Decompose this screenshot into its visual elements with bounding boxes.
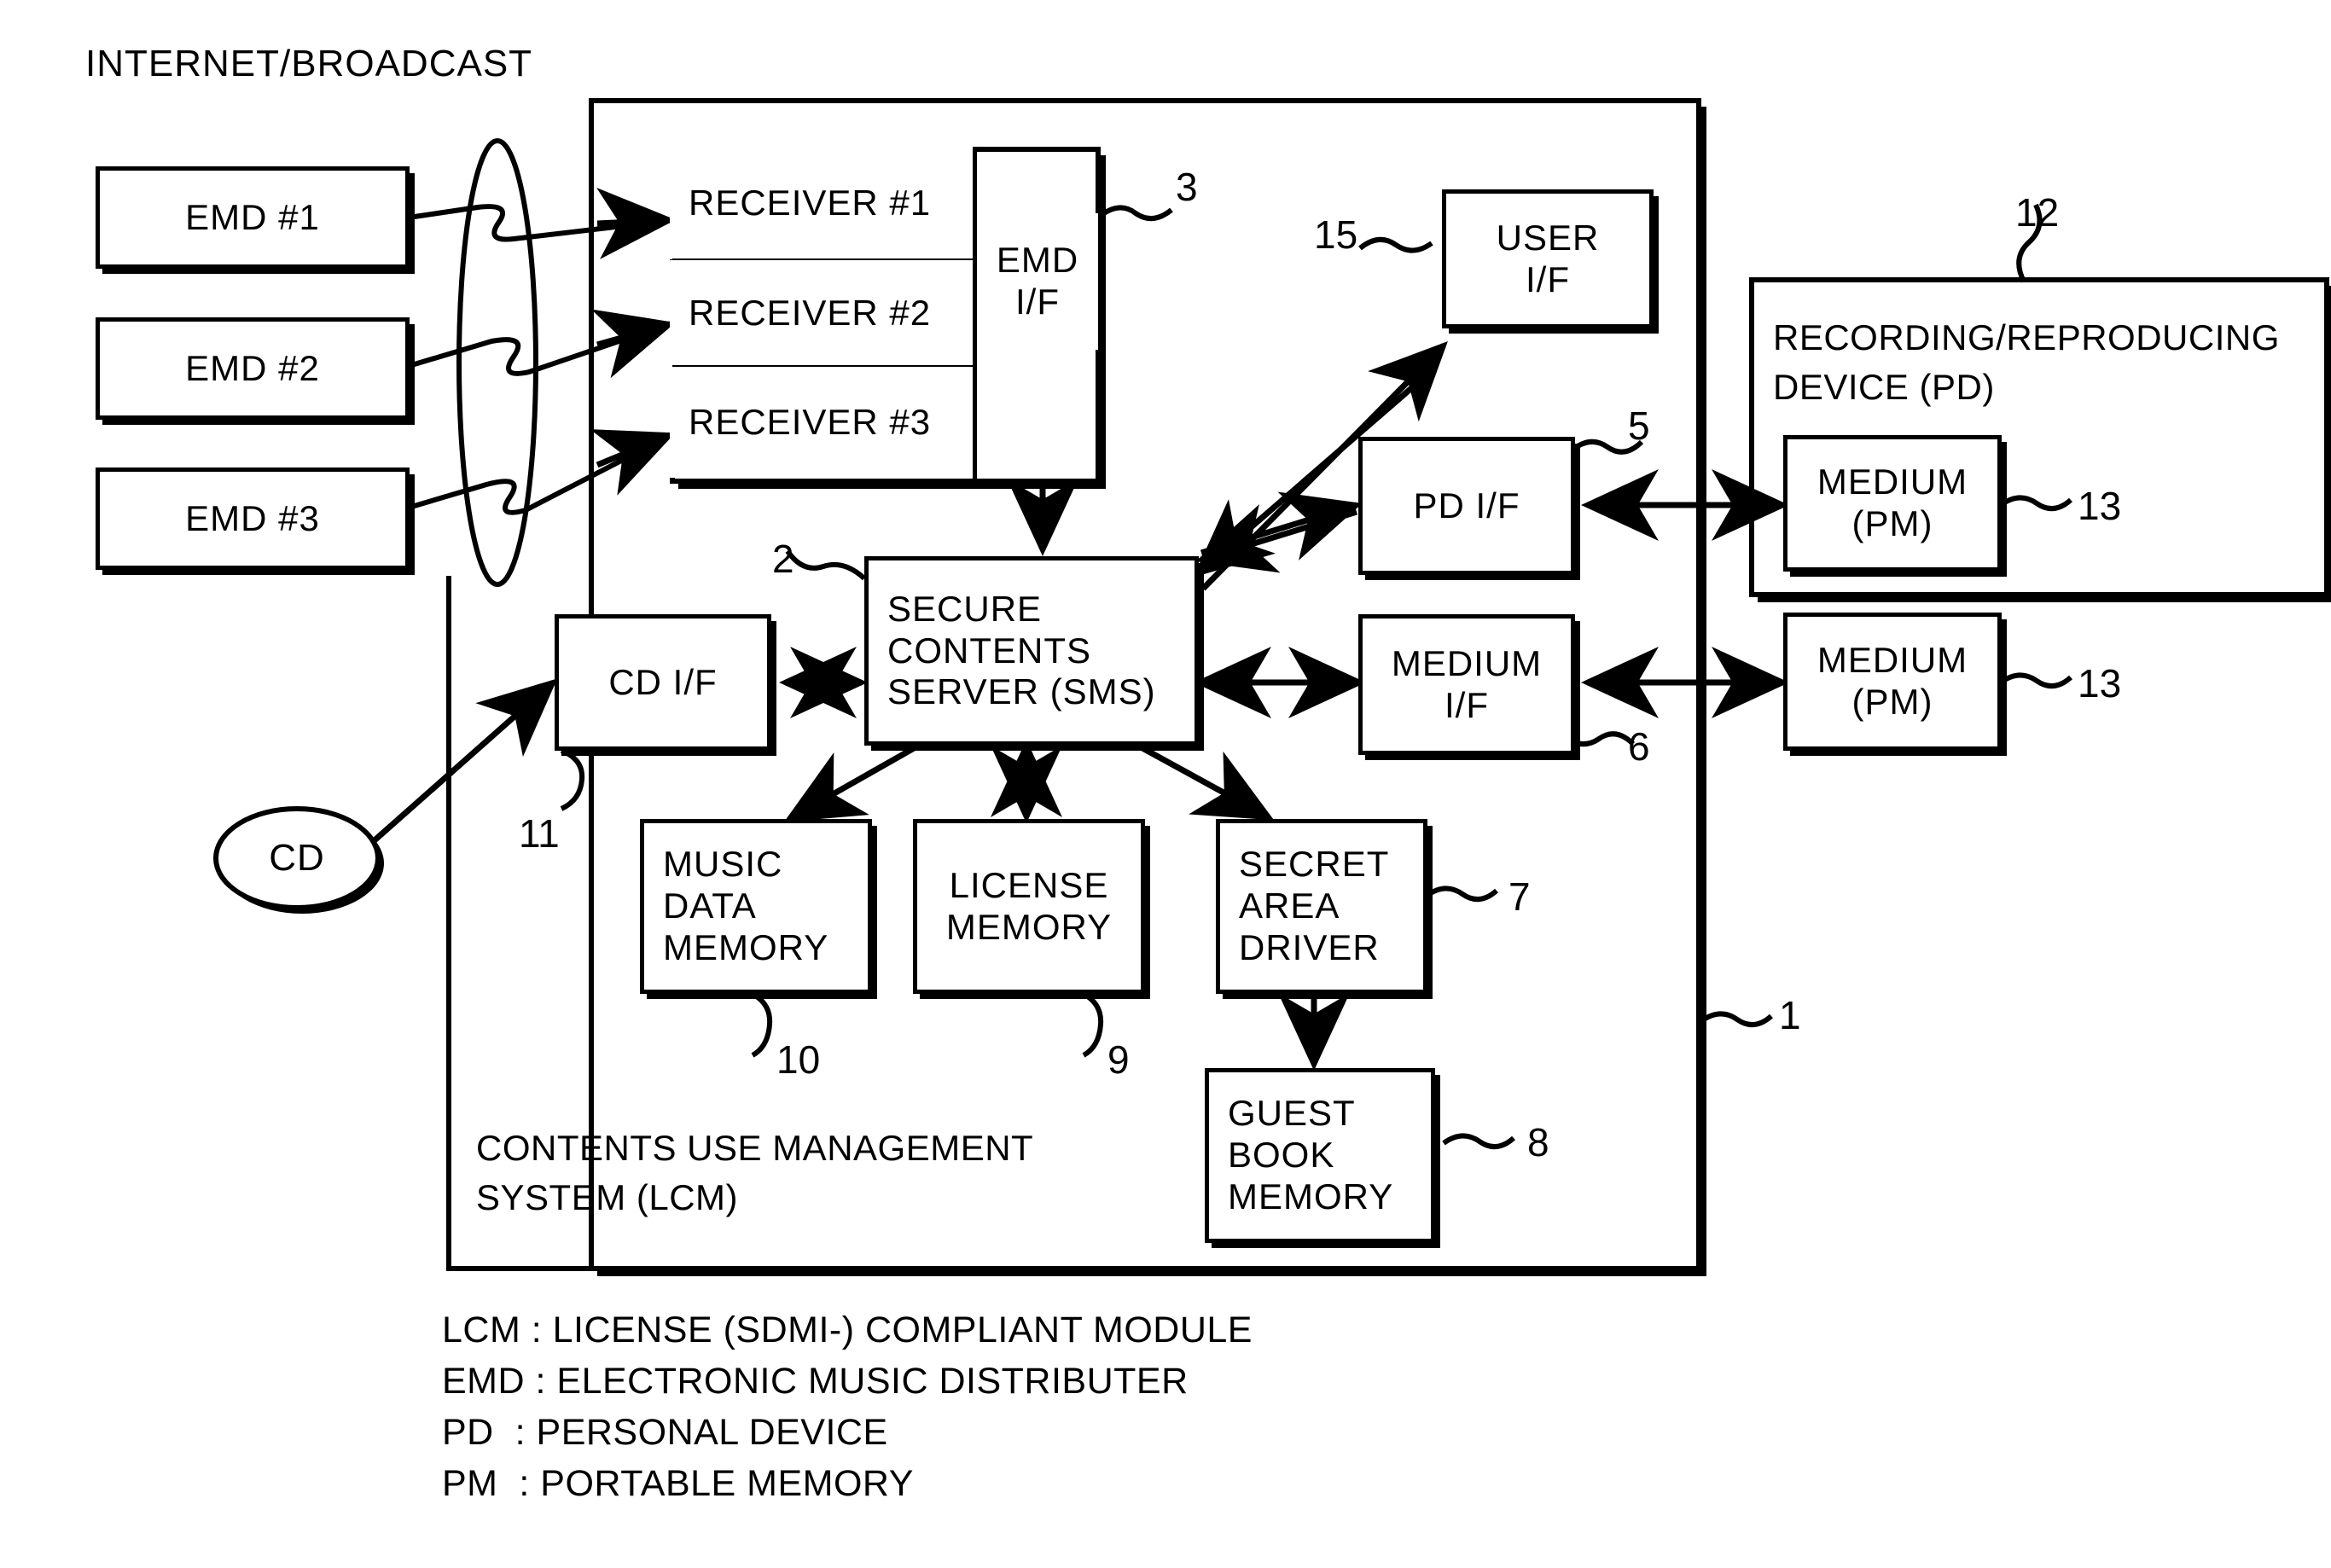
ref-7: 7 xyxy=(1508,874,1531,919)
music-data-memory-line1: MUSIC xyxy=(663,844,783,885)
receiver-box-1-label: RECEIVER #1 xyxy=(689,182,932,223)
internet-broadcast-label: INTERNET/BROADCAST xyxy=(85,43,533,84)
cd-source-oval[interactable]: CD xyxy=(213,806,381,910)
emd-box-1[interactable]: EMD #1 xyxy=(96,166,410,269)
receiver-box-3-label: RECEIVER #3 xyxy=(689,401,932,442)
legend-line-4: PM : PORTABLE MEMORY xyxy=(442,1463,914,1504)
sms-line2: CONTENTS xyxy=(887,630,1091,671)
secret-area-driver-line1: SECRET xyxy=(1239,844,1390,885)
user-if-box[interactable]: USER I/F xyxy=(1442,189,1654,328)
emd-box-2-label: EMD #2 xyxy=(185,347,320,388)
receiver-box-3[interactable]: RECEIVER #3 xyxy=(670,367,973,478)
sms-line1: SECURE xyxy=(887,588,1043,629)
ref-11: 11 xyxy=(519,811,560,856)
lcm-caption-line2: SYSTEM (LCM) xyxy=(476,1177,739,1217)
legend-line-3: PD : PERSONAL DEVICE xyxy=(442,1412,888,1453)
pd-if-label: PD I/F xyxy=(1413,485,1520,526)
emd-if-line2: I/F xyxy=(1015,282,1060,322)
license-memory-line2: MEMORY xyxy=(945,906,1113,947)
music-data-memory-box[interactable]: MUSIC DATA MEMORY xyxy=(640,819,872,994)
emd-box-3[interactable]: EMD #3 xyxy=(96,467,410,570)
legend-line-1: LCM : LICENSE (SDMI-) COMPLIANT MODULE xyxy=(442,1310,1253,1350)
pd-if-box[interactable]: PD I/F xyxy=(1358,437,1575,575)
emd-box-2[interactable]: EMD #2 xyxy=(96,317,410,420)
guest-book-memory-line2: BOOK xyxy=(1228,1135,1335,1176)
medium-pm-standalone-box[interactable]: MEDIUM (PM) xyxy=(1783,613,2002,751)
medium-pm-standalone-line2: (PM) xyxy=(1851,682,1933,722)
guest-book-memory-line3: MEMORY xyxy=(1228,1176,1394,1217)
ref-12: 12 xyxy=(2015,190,2060,235)
ref-9: 9 xyxy=(1107,1037,1130,1082)
secret-area-driver-line3: DRIVER xyxy=(1239,926,1380,967)
medium-pm-standalone-line1: MEDIUM xyxy=(1817,640,1968,681)
leader-1 xyxy=(1700,1011,1774,1027)
guest-book-memory-box[interactable]: GUEST BOOK MEMORY xyxy=(1205,1068,1435,1243)
ref-13-b: 13 xyxy=(2078,661,2122,706)
license-memory-box[interactable]: LICENSE MEMORY xyxy=(913,819,1145,994)
cd-if-label: CD I/F xyxy=(608,661,718,702)
ref-8: 8 xyxy=(1527,1120,1549,1164)
receiver-box-2[interactable]: RECEIVER #2 xyxy=(670,260,973,367)
ref-1: 1 xyxy=(1779,993,1801,1037)
medium-if-line2: I/F xyxy=(1445,684,1489,725)
guest-book-memory-line1: GUEST xyxy=(1228,1093,1356,1134)
emd-box-1-label: EMD #1 xyxy=(185,196,320,237)
ref-5: 5 xyxy=(1628,404,1650,448)
license-memory-line1: LICENSE xyxy=(949,864,1109,905)
medium-pm-in-pd-line1: MEDIUM xyxy=(1817,462,1968,502)
secret-area-driver-box[interactable]: SECRET AREA DRIVER xyxy=(1216,819,1427,994)
leader-13b xyxy=(1999,672,2073,688)
pd-device-caption-line1: RECORDING/REPRODUCING xyxy=(1773,317,2280,357)
secret-area-driver-line2: AREA xyxy=(1239,886,1340,926)
emd-if-box[interactable]: EMD I/F xyxy=(977,213,1098,350)
emd-if-line1: EMD xyxy=(996,240,1079,281)
ref-15: 15 xyxy=(1314,212,1358,257)
ref-13-a: 13 xyxy=(2078,484,2122,528)
user-if-line1: USER xyxy=(1496,217,1600,258)
cd-if-box[interactable]: CD I/F xyxy=(555,614,771,751)
music-data-memory-line2: DATA xyxy=(663,886,757,926)
medium-if-box[interactable]: MEDIUM I/F xyxy=(1358,614,1575,755)
medium-pm-in-pd-line2: (PM) xyxy=(1851,503,1933,543)
ref-2: 2 xyxy=(772,537,794,581)
receiver-box-2-label: RECEIVER #2 xyxy=(689,293,932,334)
medium-if-line1: MEDIUM xyxy=(1391,642,1543,683)
emd-box-3-label: EMD #3 xyxy=(185,497,320,538)
lcm-caption-line1: CONTENTS USE MANAGEMENT xyxy=(476,1128,1034,1168)
sms-box[interactable]: SECURE CONTENTS SERVER (SMS) xyxy=(864,556,1199,746)
patent-figure-canvas: INTERNET/BROADCAST EMD #1 EMD #2 EMD #3 … xyxy=(0,0,2331,1568)
pd-device-caption-line2: DEVICE (PD) xyxy=(1773,367,1995,407)
ref-3: 3 xyxy=(1176,165,1198,209)
medium-pm-in-pd-box[interactable]: MEDIUM (PM) xyxy=(1783,435,2002,572)
sms-line3: SERVER (SMS) xyxy=(887,671,1156,712)
ref-6: 6 xyxy=(1628,724,1650,769)
music-data-memory-line3: MEMORY xyxy=(663,926,829,967)
user-if-line2: I/F xyxy=(1526,258,1570,299)
legend-line-2: EMD : ELECTRONIC MUSIC DISTRIBUTER xyxy=(442,1361,1189,1402)
ref-10: 10 xyxy=(776,1037,821,1082)
cd-label: CD xyxy=(269,837,325,879)
receiver-box-1[interactable]: RECEIVER #1 xyxy=(670,147,973,259)
